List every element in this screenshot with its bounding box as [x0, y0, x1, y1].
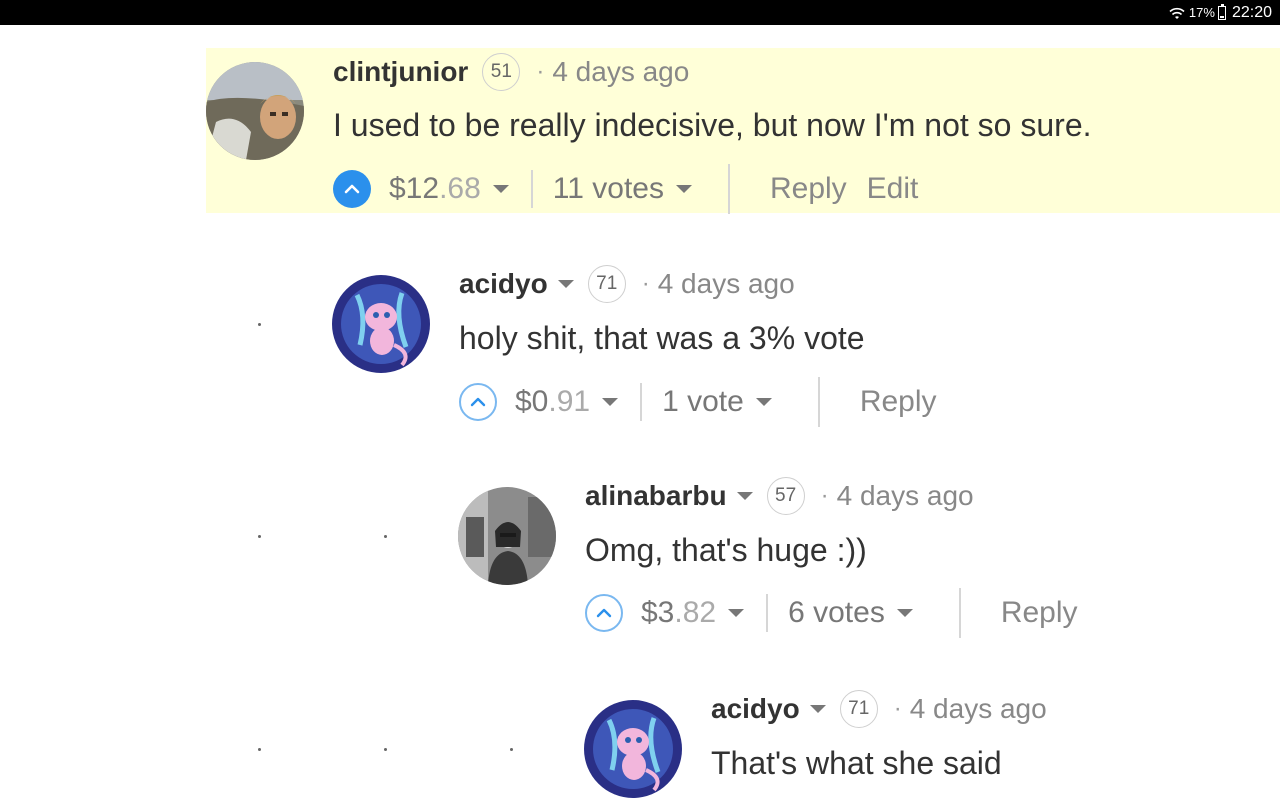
author-dropdown-icon[interactable] — [736, 492, 753, 500]
upvote-button[interactable] — [585, 594, 623, 632]
thread-indent-dot — [258, 323, 261, 326]
reputation-badge: 51 — [482, 53, 521, 91]
comment-body: I used to be really indecisive, but now … — [333, 107, 1092, 143]
comment-timestamp[interactable]: 4 days ago — [910, 693, 1047, 725]
payout-value[interactable]: $3.82 — [641, 596, 716, 630]
payout-dropdown-icon[interactable] — [602, 398, 619, 406]
avatar[interactable] — [332, 275, 430, 373]
avatar[interactable] — [458, 487, 556, 585]
votes-count[interactable]: 11 votes — [553, 172, 664, 206]
thread-indent-dot — [510, 748, 513, 751]
divider — [958, 588, 961, 638]
reputation-badge: 57 — [766, 477, 805, 515]
payout-dropdown-icon[interactable] — [492, 185, 509, 193]
wifi-icon — [1169, 7, 1185, 19]
comment-timestamp[interactable]: 4 days ago — [552, 56, 689, 88]
thread-indent-dot — [384, 748, 387, 751]
divider — [640, 383, 643, 421]
comment-author[interactable]: alinabarbu — [585, 480, 727, 512]
author-dropdown-icon[interactable] — [809, 705, 826, 713]
comment-timestamp[interactable]: 4 days ago — [658, 268, 795, 300]
chevron-up-icon — [344, 184, 360, 194]
clock: 22:20 — [1231, 3, 1272, 21]
reply-button[interactable]: Reply — [1001, 596, 1078, 630]
upvote-button[interactable] — [459, 383, 497, 421]
comment-author[interactable]: clintjunior — [333, 56, 468, 88]
payout-dropdown-icon[interactable] — [728, 609, 745, 617]
separator-dot: · — [536, 58, 545, 85]
divider — [727, 164, 730, 214]
battery-percent: 17% — [1188, 5, 1215, 20]
comment-body: Omg, that's huge :)) — [585, 532, 867, 568]
thread-indent-dot — [384, 535, 387, 538]
divider — [817, 377, 820, 427]
upvote-button[interactable] — [333, 170, 371, 208]
avatar[interactable] — [206, 62, 304, 160]
separator-dot: · — [820, 482, 829, 509]
comment-body: That's what she said — [711, 745, 1002, 781]
battery-icon — [1217, 3, 1226, 20]
status-bar: 17% 22:20 — [0, 0, 1280, 25]
separator-dot: · — [893, 695, 902, 722]
author-dropdown-icon[interactable] — [557, 280, 574, 288]
payout-value[interactable]: $0.91 — [515, 385, 590, 419]
thread-indent-dot — [258, 535, 261, 538]
divider — [766, 594, 769, 632]
comment-author[interactable]: acidyo — [459, 268, 548, 300]
reputation-badge: 71 — [587, 265, 626, 303]
edit-button[interactable]: Edit — [867, 172, 919, 206]
payout-value[interactable]: $12.68 — [389, 172, 481, 206]
chevron-up-icon — [596, 608, 612, 618]
comment-body: holy shit, that was a 3% vote — [459, 320, 865, 356]
chevron-up-icon — [470, 397, 486, 407]
thread-indent-dot — [258, 748, 261, 751]
reputation-badge: 71 — [839, 690, 878, 728]
reply-button[interactable]: Reply — [860, 385, 937, 419]
comment-author[interactable]: acidyo — [711, 693, 800, 725]
reply-button[interactable]: Reply — [770, 172, 847, 206]
votes-dropdown-icon[interactable] — [896, 609, 913, 617]
avatar[interactable] — [584, 700, 682, 798]
separator-dot: · — [641, 270, 650, 297]
votes-count[interactable]: 1 vote — [662, 385, 744, 419]
divider — [530, 170, 533, 208]
comment-timestamp[interactable]: 4 days ago — [837, 480, 974, 512]
votes-dropdown-icon[interactable] — [755, 398, 772, 406]
votes-dropdown-icon[interactable] — [675, 185, 692, 193]
votes-count[interactable]: 6 votes — [788, 596, 885, 630]
